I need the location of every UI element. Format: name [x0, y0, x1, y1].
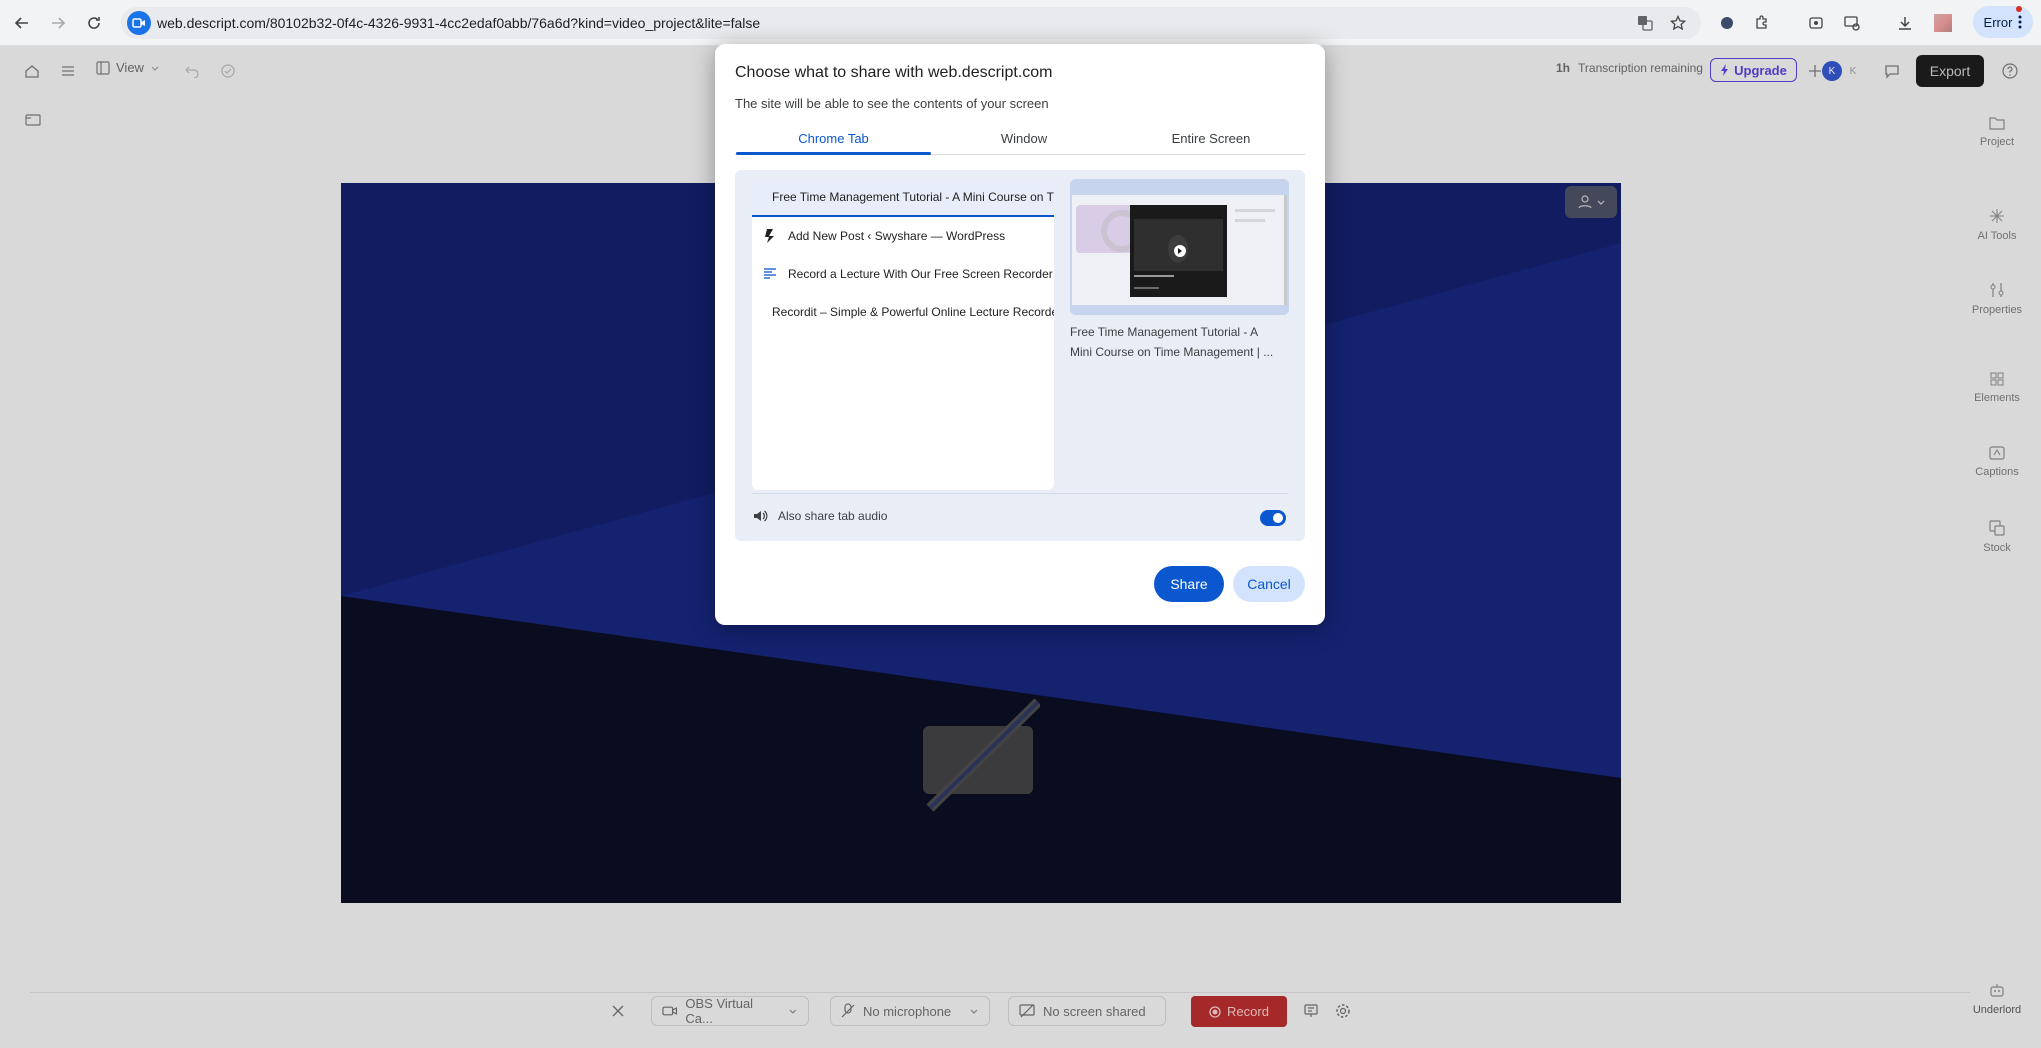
kebab-menu-icon: [2018, 15, 2022, 29]
toggle-knob: [1273, 513, 1283, 523]
descript-icon: [765, 229, 774, 243]
extension-dot-icon[interactable]: [1713, 9, 1741, 37]
list-item[interactable]: Recordit – Simple & Powerful Online Lect…: [752, 293, 1054, 331]
site-camera-icon[interactable]: [127, 11, 151, 35]
tab-entire-screen[interactable]: Entire Screen: [1117, 122, 1305, 154]
error-indicator-dot: [2016, 6, 2022, 12]
share-label: Share: [1170, 576, 1208, 592]
screen-share-dialog: Choose what to share with web.descript.c…: [715, 44, 1325, 625]
profile-error-chip[interactable]: Error: [1973, 6, 2033, 38]
divider: [752, 493, 1288, 494]
tab-item-title: Recordit – Simple & Powerful Online Lect…: [772, 305, 1054, 319]
reload-icon[interactable]: [80, 9, 108, 37]
preview-caption-line: Mini Course on Time Management | ...: [1070, 345, 1274, 359]
speaker-icon: [754, 510, 768, 522]
dialog-title: Choose what to share with web.descript.c…: [735, 64, 1053, 81]
translate-icon[interactable]: [1631, 9, 1659, 37]
cancel-label: Cancel: [1247, 576, 1291, 592]
tab-chrome-tab[interactable]: Chrome Tab: [736, 122, 931, 154]
share-audio-toggle[interactable]: [1260, 510, 1286, 526]
tab-item-title: Free Time Management Tutorial - A Mini C…: [772, 190, 1054, 204]
share-button[interactable]: Share: [1154, 566, 1224, 602]
back-icon[interactable]: [8, 9, 36, 37]
list-item[interactable]: Add New Post ‹ Swyshare — WordPress: [752, 217, 1054, 255]
profile-avatar[interactable]: [1934, 14, 1952, 32]
share-content-panel: Free Time Management Tutorial - A Mini C…: [735, 170, 1305, 541]
share-audio-row: Also share tab audio: [752, 504, 1288, 528]
tab-list: Free Time Management Tutorial - A Mini C…: [752, 179, 1054, 490]
share-audio-label: Also share tab audio: [778, 509, 888, 523]
download-icon[interactable]: [1891, 9, 1919, 37]
tab-share-icon[interactable]: [1838, 9, 1866, 37]
preview-caption-line: Free Time Management Tutorial - A: [1070, 325, 1259, 339]
screen-capture-icon[interactable]: [1802, 9, 1830, 37]
tab-item-title: Record a Lecture With Our Free Screen Re…: [788, 267, 1053, 281]
doc-icon: [764, 268, 776, 279]
extensions-puzzle-icon[interactable]: [1748, 9, 1776, 37]
cancel-button[interactable]: Cancel: [1233, 566, 1305, 602]
dialog-subtitle: The site will be able to see the content…: [735, 96, 1049, 111]
list-item[interactable]: Record a Lecture With Our Free Screen Re…: [752, 255, 1054, 293]
url-text[interactable]: web.descript.com/80102b32-0f4c-4326-9931…: [157, 8, 760, 38]
tab-preview-thumbnail: [1070, 179, 1289, 315]
browser-toolbar: web.descript.com/80102b32-0f4c-4326-9931…: [0, 0, 2041, 46]
tab-window[interactable]: Window: [931, 122, 1117, 154]
bookmark-star-icon[interactable]: [1664, 9, 1692, 37]
active-tab-indicator: [736, 152, 931, 155]
preview-caption: Free Time Management Tutorial - A Mini C…: [1070, 322, 1295, 362]
profile-status-label: Error: [1983, 14, 2013, 30]
forward-icon[interactable]: [44, 9, 72, 37]
tab-item-title: Add New Post ‹ Swyshare — WordPress: [788, 229, 1006, 243]
list-item[interactable]: Free Time Management Tutorial - A Mini C…: [752, 179, 1054, 217]
